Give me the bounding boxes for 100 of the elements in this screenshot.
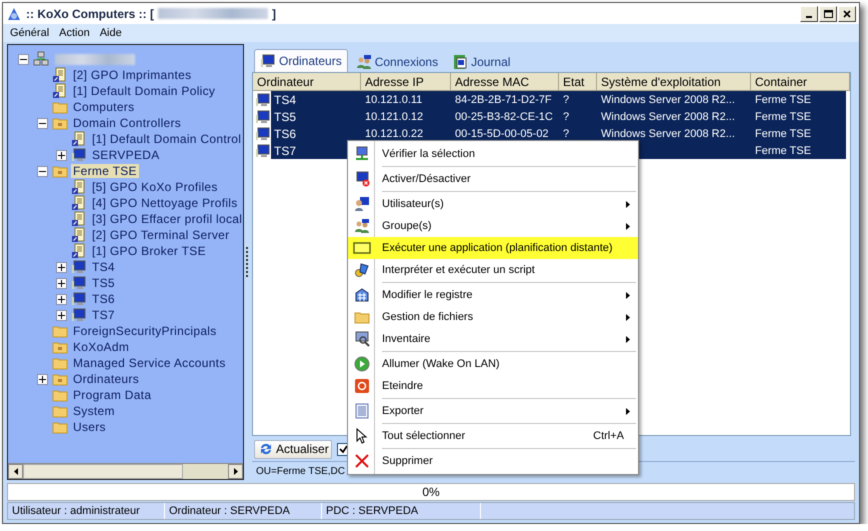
table-cell: 84-2B-2B-71-D2-7F — [451, 91, 559, 108]
refresh-button[interactable]: Actualiser — [254, 440, 332, 458]
collapse-button[interactable] — [37, 118, 48, 128]
policy-icon — [71, 211, 87, 227]
context-menu-item[interactable]: Groupe(s) — [348, 215, 638, 237]
tab[interactable]: Connexions — [350, 51, 444, 72]
computer-icon — [255, 108, 271, 124]
context-menu-item[interactable]: Activer/Désactiver — [348, 168, 638, 190]
table-cell: ? — [559, 91, 597, 108]
plus-icon — [39, 376, 46, 382]
plus-icon — [58, 296, 65, 302]
tree-item[interactable]: TS7 — [90, 308, 117, 322]
policy-icon — [71, 131, 87, 147]
close-button[interactable] — [838, 6, 856, 22]
horizontal-scrollbar[interactable] — [8, 463, 243, 479]
tree-item[interactable]: SERVPEDA — [90, 148, 162, 162]
plus-icon — [58, 312, 65, 318]
policy-icon — [71, 195, 87, 211]
splitter-grip[interactable] — [246, 247, 250, 277]
power-icon — [354, 378, 370, 394]
tree-item[interactable]: Computers — [71, 100, 136, 114]
computer-icon — [255, 126, 271, 142]
maximize-icon — [824, 10, 832, 18]
tree-item[interactable]: Users — [71, 420, 108, 434]
close-icon — [843, 10, 851, 18]
tree-item[interactable]: Ferme TSE — [71, 164, 139, 178]
window-icon — [353, 241, 371, 255]
table-cell[interactable]: TS5 — [271, 108, 361, 125]
menu-item[interactable]: Aide — [94, 27, 127, 39]
status-text: Ordinateur : SERVPEDA — [165, 503, 322, 519]
table-cell: ? — [559, 108, 597, 125]
column-header[interactable]: Adresse MAC — [451, 73, 559, 91]
context-menu-item[interactable]: Exporter — [348, 400, 638, 422]
network-computer-icon — [354, 146, 370, 162]
expand-button[interactable] — [56, 150, 67, 160]
expand-button[interactable] — [37, 374, 48, 384]
context-menu-item[interactable]: Exécuter une application (planification distante) — [348, 237, 638, 259]
expand-button[interactable] — [56, 262, 67, 272]
users-icon — [356, 54, 372, 70]
users-icon — [354, 218, 370, 234]
tree-item[interactable]: KoXoAdm — [71, 340, 132, 354]
context-menu-item[interactable]: Eteindre — [348, 375, 638, 397]
computer-icon — [255, 92, 271, 108]
tree-item[interactable]: [2] GPO Imprimantes — [71, 68, 194, 82]
context-menu-item[interactable]: Inventaire — [348, 328, 638, 350]
tree-item[interactable]: [2] GPO Terminal Server — [90, 228, 232, 242]
table-cell: 10.121.0.12 — [361, 108, 451, 125]
tree-item[interactable]: [1] GPO Broker TSE — [90, 244, 208, 258]
table-cell: 10.121.0.11 — [361, 91, 451, 108]
tab[interactable]: Ordinateurs — [254, 49, 348, 72]
context-menu-item[interactable]: Tout sélectionner Ctrl+A — [348, 425, 638, 447]
context-menu-item[interactable]: Allumer (Wake On LAN) — [348, 353, 638, 375]
table-cell: Ferme TSE — [751, 108, 846, 125]
table-cell: 00-25-B3-82-CE-1C — [451, 108, 559, 125]
tree-item[interactable]: [5] GPO KoXo Profiles — [90, 180, 220, 194]
tree-item[interactable]: Managed Service Accounts — [71, 356, 228, 370]
tree-item[interactable]: TS5 — [90, 276, 117, 290]
context-menu-item[interactable]: Modifier le registre — [348, 284, 638, 306]
computer-icon — [71, 291, 87, 307]
tree-item[interactable]: TS6 — [90, 292, 117, 306]
network-icon — [33, 51, 49, 67]
collapse-button[interactable] — [18, 54, 29, 64]
table-cell: Ferme TSE — [751, 142, 846, 159]
tree-item[interactable]: TS4 — [90, 260, 117, 274]
policy-icon — [52, 83, 68, 99]
tree-item[interactable]: [4] GPO Nettoyage Profils — [90, 196, 240, 210]
expand-button[interactable] — [56, 310, 67, 320]
table-cell[interactable]: TS4 — [271, 91, 361, 108]
context-menu-item[interactable]: Supprimer — [348, 450, 638, 472]
tree-item[interactable]: System — [71, 404, 117, 418]
expand-button[interactable] — [56, 294, 67, 304]
maximize-button[interactable] — [819, 6, 837, 22]
table-cell[interactable]: TS6 — [271, 125, 361, 142]
context-menu-item[interactable]: Interpréter et exécuter un script — [348, 259, 638, 281]
minimize-icon — [806, 16, 812, 18]
collapse-button[interactable] — [37, 166, 48, 176]
tree-item[interactable]: [1] Default Domain Policy — [71, 84, 218, 98]
tree-item[interactable]: ForeignSecurityPrincipals — [71, 324, 219, 338]
context-menu-item[interactable]: Gestion de fichiers — [348, 306, 638, 328]
menu-item[interactable]: Action — [54, 27, 95, 39]
column-header[interactable]: Système d'exploitation — [597, 73, 751, 91]
app-icon — [6, 6, 22, 22]
tree-item[interactable]: [3] GPO Effacer profil local — [90, 212, 243, 226]
column-header[interactable]: Container — [751, 73, 850, 91]
tree-item[interactable]: Program Data — [71, 388, 154, 402]
tree-item[interactable]: Ordinateurs — [71, 372, 141, 386]
minimize-button[interactable] — [800, 6, 818, 22]
computer-icon — [71, 275, 87, 291]
menu-item[interactable]: Général — [5, 27, 54, 39]
tab[interactable]: Journal — [446, 51, 516, 72]
computer-icon — [71, 307, 87, 323]
column-header[interactable]: Adresse IP — [361, 73, 451, 91]
tree-item[interactable]: Domain Controllers — [71, 116, 184, 130]
column-header[interactable]: Etat — [559, 73, 597, 91]
column-header[interactable]: Ordinateur — [253, 73, 361, 91]
context-menu-item[interactable]: Utilisateur(s) — [348, 193, 638, 215]
expand-button[interactable] — [56, 278, 67, 288]
tree-item[interactable]: [1] Default Domain Control — [90, 132, 243, 146]
status-text: PDC : SERVPEDA — [322, 503, 481, 519]
policy-icon — [52, 67, 68, 83]
